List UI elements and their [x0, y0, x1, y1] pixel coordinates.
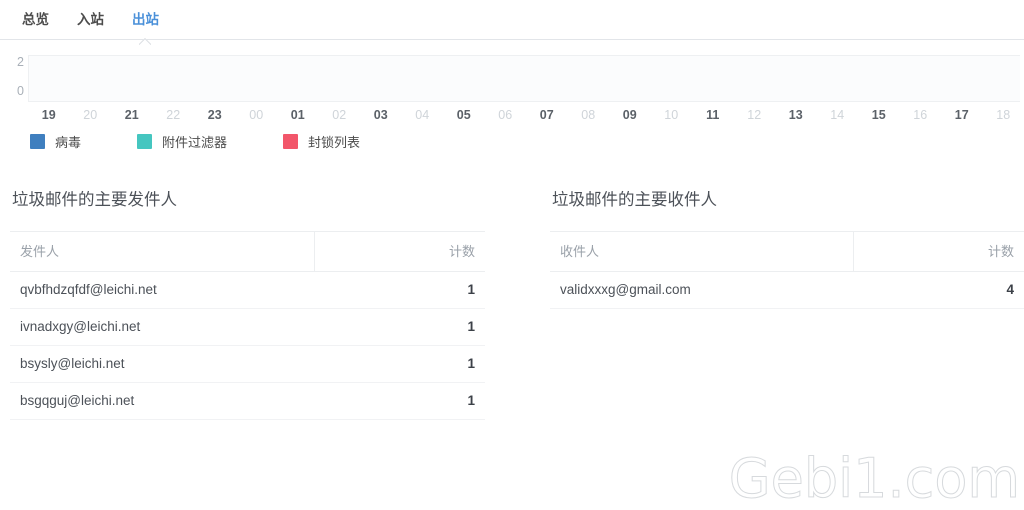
tab-list: 总览 入站 出站 [0, 0, 1024, 39]
x-tick: 08 [568, 106, 610, 126]
x-tick: 15 [858, 106, 900, 126]
x-tick: 06 [485, 106, 527, 126]
panel-title: 垃圾邮件的主要发件人 [12, 186, 485, 210]
legend-swatch-icon [283, 134, 298, 149]
chart-x-axis: 19 20 21 22 23 00 01 02 03 04 05 06 07 0… [28, 106, 1024, 126]
table-row[interactable]: bsgqguj@leichi.net 1 [10, 383, 485, 420]
x-tick: 14 [817, 106, 859, 126]
x-tick: 05 [443, 106, 485, 126]
x-tick: 18 [983, 106, 1024, 126]
top-spam-senders-panel: 垃圾邮件的主要发件人 发件人 计数 qvbfhdzqfdf@leichi.net… [10, 186, 485, 420]
panel-title: 垃圾邮件的主要收件人 [552, 186, 1024, 210]
legend-swatch-icon [30, 134, 45, 149]
table-header-row: 发件人 计数 [10, 232, 485, 272]
x-tick: 07 [526, 106, 568, 126]
sender-count: 1 [314, 383, 485, 420]
x-tick: 19 [28, 106, 70, 126]
legend-label: 封锁列表 [308, 132, 360, 151]
x-tick: 04 [402, 106, 444, 126]
watermark: Gebi1.com [729, 451, 1020, 507]
legend-swatch-icon [137, 134, 152, 149]
tab-inbound-label: 入站 [77, 12, 104, 27]
x-tick: 21 [111, 106, 153, 126]
x-tick: 23 [194, 106, 236, 126]
column-header-count: 计数 [314, 232, 485, 272]
chart-plot-area [28, 55, 1020, 102]
tab-outbound-label: 出站 [132, 12, 159, 27]
column-header-sender: 发件人 [10, 232, 314, 272]
x-tick: 09 [609, 106, 651, 126]
legend-label: 病毒 [55, 132, 81, 151]
x-tick: 22 [153, 106, 195, 126]
tab-bar: 总览 入站 出站 [0, 0, 1024, 40]
tab-overview[interactable]: 总览 [8, 0, 63, 39]
y-tick-max: 2 [17, 56, 24, 68]
x-tick: 01 [277, 106, 319, 126]
senders-table: 发件人 计数 qvbfhdzqfdf@leichi.net 1 ivnadxgy… [10, 231, 485, 420]
table-row[interactable]: bsysly@leichi.net 1 [10, 346, 485, 383]
x-tick: 10 [651, 106, 693, 126]
x-tick: 12 [734, 106, 776, 126]
column-header-count: 计数 [853, 232, 1024, 272]
table-row[interactable]: qvbfhdzqfdf@leichi.net 1 [10, 272, 485, 309]
x-tick: 03 [360, 106, 402, 126]
sender-address: bsysly@leichi.net [10, 346, 314, 383]
x-tick: 02 [319, 106, 361, 126]
recipient-count: 4 [853, 272, 1024, 309]
top-spam-recipients-panel: 垃圾邮件的主要收件人 收件人 计数 validxxxg@gmail.com 4 [550, 186, 1024, 309]
chart-y-axis: 2 0 [0, 46, 24, 98]
sender-address: bsgqguj@leichi.net [10, 383, 314, 420]
tab-overview-label: 总览 [22, 12, 49, 27]
sender-count: 1 [314, 272, 485, 309]
recipient-address: validxxxg@gmail.com [550, 272, 853, 309]
sender-address: qvbfhdzqfdf@leichi.net [10, 272, 314, 309]
x-tick: 20 [70, 106, 112, 126]
x-tick: 16 [900, 106, 942, 126]
y-tick-min: 0 [17, 85, 24, 97]
tab-inbound[interactable]: 入站 [63, 0, 118, 39]
x-tick: 13 [775, 106, 817, 126]
legend-item-blocklist[interactable]: 封锁列表 [283, 132, 360, 151]
column-header-recipient: 收件人 [550, 232, 853, 272]
tab-outbound[interactable]: 出站 [118, 0, 173, 39]
chart-legend: 病毒 附件过滤器 封锁列表 [30, 132, 416, 151]
x-tick: 00 [236, 106, 278, 126]
table-row[interactable]: validxxxg@gmail.com 4 [550, 272, 1024, 309]
table-row[interactable]: ivnadxgy@leichi.net 1 [10, 309, 485, 346]
legend-item-virus[interactable]: 病毒 [30, 132, 81, 151]
x-tick: 17 [941, 106, 983, 126]
legend-item-attachment-filter[interactable]: 附件过滤器 [137, 132, 227, 151]
sender-address: ivnadxgy@leichi.net [10, 309, 314, 346]
outbound-activity-chart: 2 0 19 20 21 22 23 00 01 02 03 04 05 06 … [0, 46, 1024, 161]
recipients-table: 收件人 计数 validxxxg@gmail.com 4 [550, 231, 1024, 309]
tab-bar-divider [0, 39, 1024, 40]
legend-label: 附件过滤器 [162, 132, 227, 151]
x-tick: 11 [692, 106, 734, 126]
sender-count: 1 [314, 346, 485, 383]
sender-count: 1 [314, 309, 485, 346]
table-header-row: 收件人 计数 [550, 232, 1024, 272]
